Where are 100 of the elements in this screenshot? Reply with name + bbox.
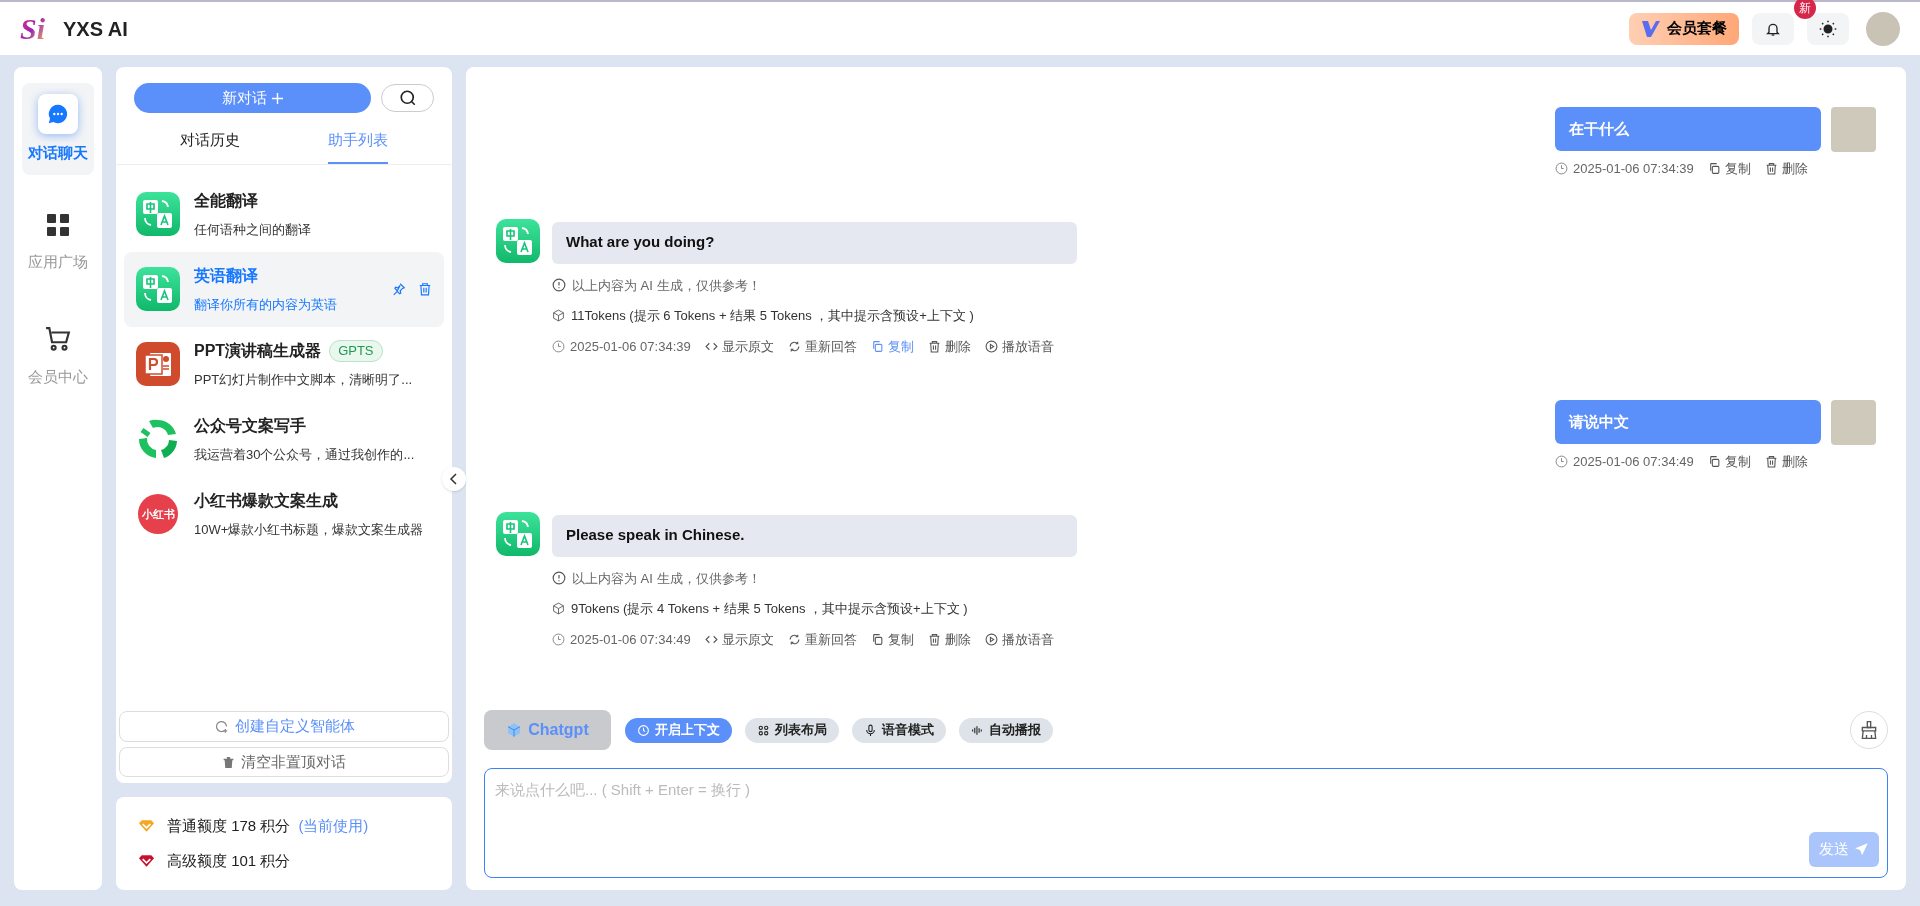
cube-icon xyxy=(506,722,523,738)
app-title: YXS AI xyxy=(63,16,128,42)
message-action[interactable]: 删除 xyxy=(927,629,971,649)
assistant-name: 公众号文案写手 xyxy=(194,415,306,436)
delete-button[interactable] xyxy=(418,282,432,296)
assistant-message: Please speak in Chinese. xyxy=(552,514,1077,557)
toolbar-toggle[interactable]: 自动播报 xyxy=(959,717,1053,743)
cube-icon xyxy=(552,602,565,616)
message-time: 2025-01-06 07:34:49 xyxy=(1573,453,1694,471)
plus-icon xyxy=(270,91,284,105)
user-avatar xyxy=(1831,107,1876,152)
message-action[interactable]: 播放语音 xyxy=(984,336,1054,356)
translate-icon xyxy=(136,267,180,311)
trash-icon xyxy=(1764,455,1778,469)
message-time: 2025-01-06 07:34:39 xyxy=(570,337,691,356)
assistant-message: What are you doing? xyxy=(552,221,1077,264)
clock-icon xyxy=(1555,162,1568,176)
clock-icon xyxy=(1555,455,1568,469)
message-action[interactable]: 删除 xyxy=(927,336,971,356)
assistant-item[interactable]: PPT演讲稿生成器 GPTS PPT幻灯片制作中文脚本，清晰明了... xyxy=(124,326,444,402)
membership-button[interactable]: 会员套餐 xyxy=(1629,12,1739,45)
assistant-name: PPT演讲稿生成器 xyxy=(194,340,322,361)
play-icon xyxy=(984,632,998,646)
clock-icon xyxy=(552,339,565,353)
play-icon xyxy=(984,339,998,353)
copy-icon xyxy=(870,339,884,353)
trash-icon xyxy=(927,339,941,353)
message-action[interactable]: 复制 xyxy=(1707,452,1751,472)
clock-icon xyxy=(637,723,650,737)
nav-item[interactable]: 对话聊天 xyxy=(22,83,94,175)
refresh-icon xyxy=(787,632,801,646)
assistant-item[interactable]: 英语翻译 翻译你所有的内容为英语 xyxy=(124,251,444,327)
quota-note: (当前使用) xyxy=(298,816,369,836)
collapse-button[interactable] xyxy=(442,467,466,491)
quota-label: 普通额度 178 积分 xyxy=(167,816,291,836)
diamond-icon xyxy=(138,853,155,868)
pin-icon xyxy=(392,282,406,296)
message-action[interactable]: 重新回答 xyxy=(787,336,857,356)
message-action[interactable]: 播放语音 xyxy=(984,629,1054,649)
assistant-description: PPT幻灯片制作中文脚本，清晰明了... xyxy=(194,370,414,389)
grid-icon xyxy=(757,723,770,737)
redbook-logo: 小红书 xyxy=(138,494,178,534)
translate-icon xyxy=(496,218,540,263)
info-icon xyxy=(552,571,566,586)
clock-icon xyxy=(552,632,565,646)
assistant-name: 英语翻译 xyxy=(194,265,258,286)
assistant-item[interactable]: 小红书 小红书爆款文案生成 10W+爆款小红书标题，爆款文案生成器 xyxy=(124,476,444,552)
assistant-name: 小红书爆款文案生成 xyxy=(194,490,338,511)
token-usage: 11Tokens (提示 6 Tokens + 结果 5 Tokens ，其中提示含预设+上下文 ) xyxy=(571,307,974,325)
trash-icon xyxy=(418,282,432,296)
message-action[interactable]: 删除 xyxy=(1764,159,1808,179)
message-time: 2025-01-06 07:34:39 xyxy=(1573,160,1694,178)
toolbar-toggle[interactable]: 列表布局 xyxy=(745,717,839,743)
trash-icon xyxy=(927,632,941,646)
translate-icon xyxy=(496,511,540,556)
ai-disclaimer: 以上内容为 AI 生成，仅供参考！ xyxy=(572,569,761,588)
message-action[interactable]: 重新回答 xyxy=(787,629,857,649)
trash-icon xyxy=(1764,162,1778,176)
send-icon xyxy=(1854,842,1869,857)
message-action[interactable]: 删除 xyxy=(1764,452,1808,472)
quota-label: 高级额度 101 积分 xyxy=(167,850,291,871)
notification-button[interactable] xyxy=(1752,12,1794,45)
user-message: 在干什么 xyxy=(1555,107,1821,151)
message-time: 2025-01-06 07:34:49 xyxy=(570,630,691,649)
message-action[interactable]: 显示原文 xyxy=(704,336,774,356)
assistant-tag: GPTS xyxy=(329,339,383,362)
assistant-description: 任何语种之间的翻译 xyxy=(194,220,312,239)
panel-tab[interactable]: 对话历史 xyxy=(180,129,240,164)
clear-conversations-button[interactable]: 清空非置顶对话 xyxy=(119,747,449,777)
toolbar-toggle[interactable]: 语音模式 xyxy=(852,717,946,743)
token-usage: 9Tokens (提示 4 Tokens + 结果 5 Tokens ，其中提示含预设+上下文 ) xyxy=(571,600,968,618)
cube-icon xyxy=(552,309,565,323)
copy-icon xyxy=(1707,162,1721,176)
diamond-icon xyxy=(138,819,155,834)
user-avatar xyxy=(1831,400,1876,445)
chat-bubble-icon xyxy=(47,102,69,125)
presentation-icon xyxy=(136,342,180,386)
assistant-name: 全能翻译 xyxy=(194,190,258,211)
refresh-icon xyxy=(787,339,801,353)
pin-button[interactable] xyxy=(392,282,406,296)
translate-icon xyxy=(136,192,180,236)
assistant-description: 翻译你所有的内容为英语 xyxy=(194,295,338,314)
search-icon xyxy=(398,89,417,107)
trash-icon xyxy=(222,755,235,769)
assistant-item[interactable]: 全能翻译 任何语种之间的翻译 xyxy=(124,176,444,252)
assistant-description: 我运营着30个公众号，通过我创作的... xyxy=(194,445,416,464)
user-message: 请说中文 xyxy=(1555,400,1821,444)
v-logo-icon xyxy=(1641,19,1661,38)
broom-icon xyxy=(1859,720,1879,740)
message-action[interactable]: 显示原文 xyxy=(704,629,774,649)
theme-toggle-button[interactable] xyxy=(1807,12,1849,45)
microphone-icon xyxy=(864,723,877,737)
copy-icon xyxy=(1707,455,1721,469)
assistant-item[interactable]: 公众号文案写手 我运营着30个公众号，通过我创作的... xyxy=(124,401,444,477)
cart-icon xyxy=(45,325,71,352)
message-action[interactable]: 复制 xyxy=(1707,159,1751,179)
ai-disclaimer: 以上内容为 AI 生成，仅供参考！ xyxy=(572,276,761,295)
notification-badge: 新 xyxy=(1794,0,1816,19)
info-icon xyxy=(552,278,566,293)
message-action[interactable]: 复制 xyxy=(870,629,914,649)
